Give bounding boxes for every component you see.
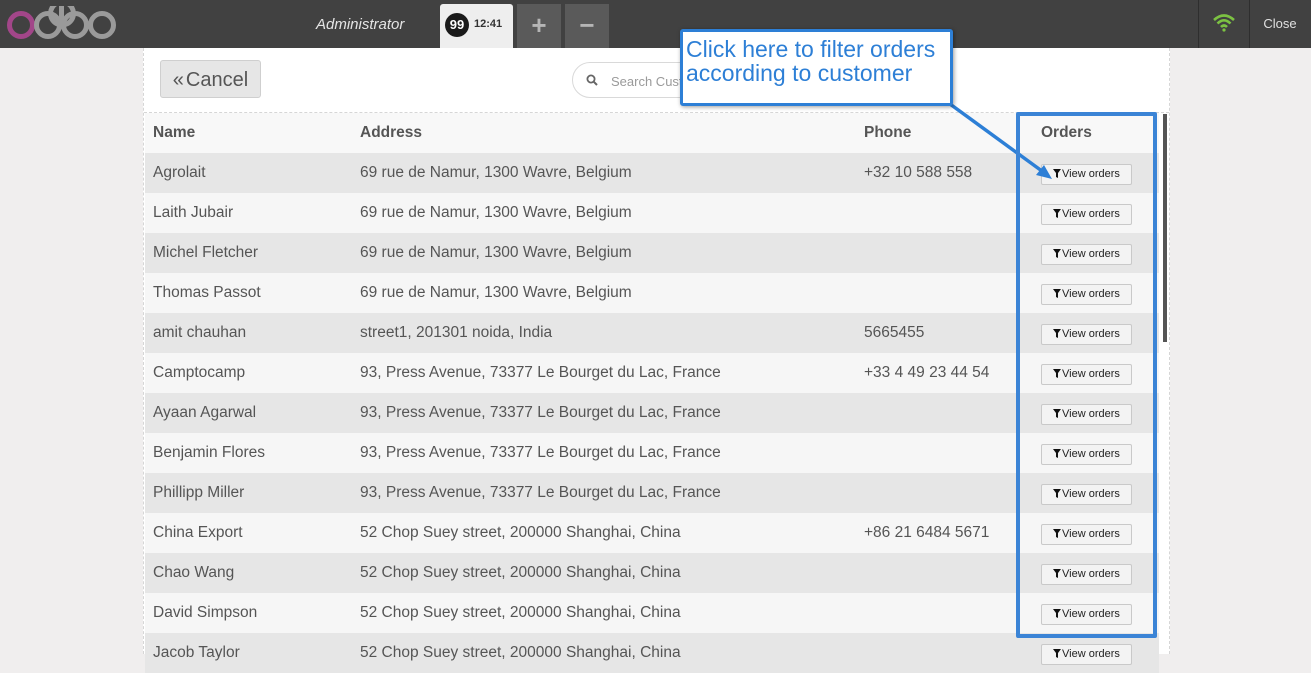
annotation-callout: Click here to filter orders according to… — [680, 29, 953, 106]
orders-column-highlight — [1016, 112, 1157, 638]
callout-text: Click here to filter orders according to… — [686, 36, 936, 86]
